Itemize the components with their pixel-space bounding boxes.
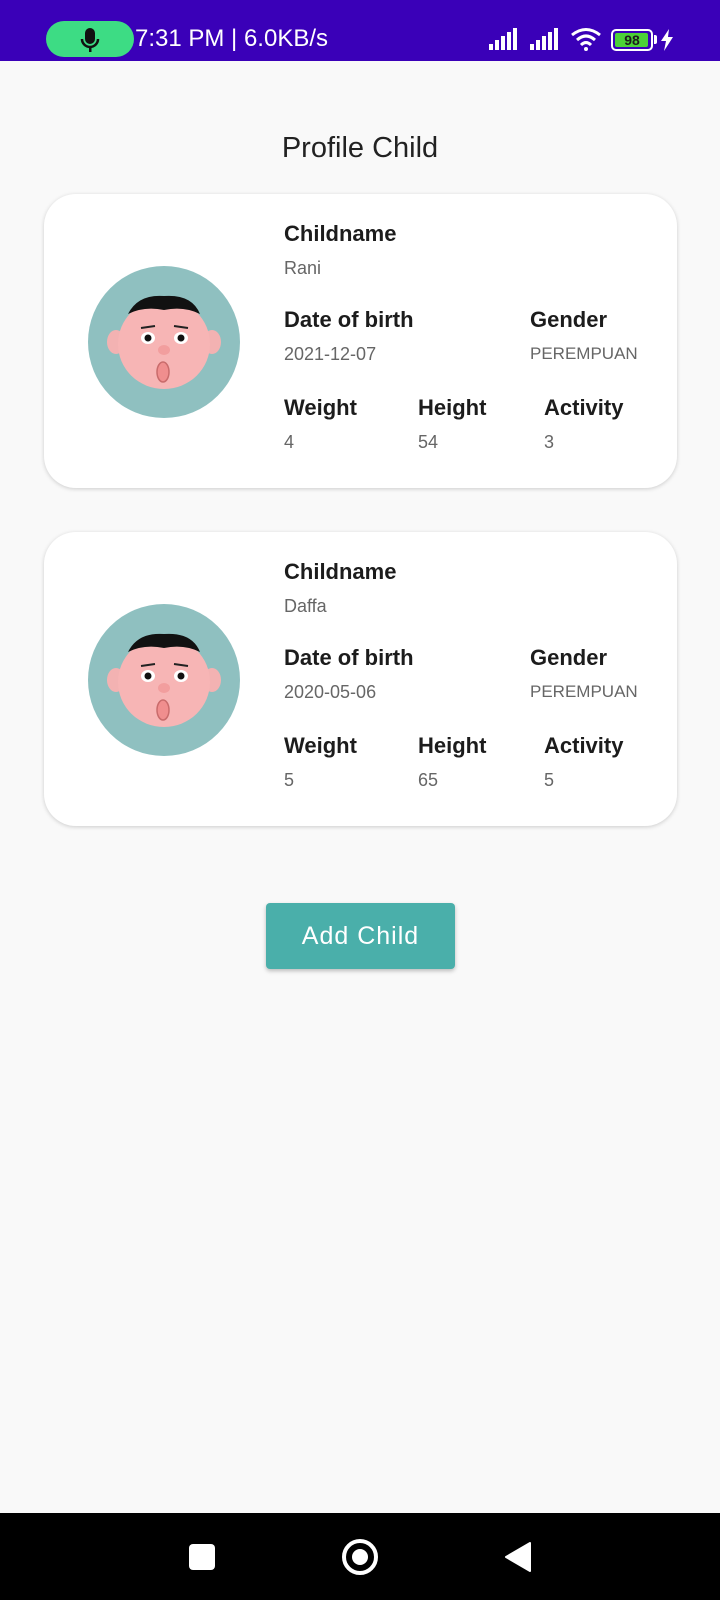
child-card[interactable]: Childname Rani Date of birth 2021-12-07 … — [44, 194, 677, 488]
battery-icon: 98 — [611, 29, 653, 51]
childname-value: Daffa — [284, 596, 327, 616]
activity-value: 5 — [544, 770, 555, 790]
gender-value: PEREMPUAN — [530, 682, 638, 701]
child-face-icon — [107, 633, 221, 727]
child-avatar — [88, 266, 240, 418]
childname-label: Childname — [284, 221, 397, 246]
dob-value: 2020-05-06 — [284, 682, 377, 702]
dob-label: Date of birth — [284, 307, 414, 332]
child-card[interactable]: Childname Daffa Date of birth 2020-05-06… — [44, 532, 677, 826]
height-value: 54 — [418, 432, 439, 452]
dob-label: Date of birth — [284, 645, 414, 670]
charging-bolt-icon — [661, 29, 673, 51]
wifi-icon — [571, 28, 601, 51]
activity-value: 3 — [544, 432, 555, 452]
dob-value: 2021-12-07 — [284, 344, 377, 364]
activity-label: Activity — [544, 733, 624, 758]
mic-icon — [80, 28, 100, 52]
childname-value: Rani — [284, 258, 322, 278]
status-bar: 7:31 PM | 6.0KB/s 98 — [0, 0, 720, 61]
back-triangle-icon[interactable] — [504, 1541, 532, 1573]
child-avatar — [88, 604, 240, 756]
signal-icon — [530, 28, 558, 50]
page-title: Profile Child — [281, 132, 439, 164]
home-circle-icon[interactable] — [342, 1539, 378, 1575]
signal-icon — [489, 28, 517, 50]
height-label: Height — [418, 395, 487, 420]
gender-value: PEREMPUAN — [530, 344, 638, 363]
weight-label: Weight — [284, 733, 357, 758]
battery-level: 98 — [624, 32, 640, 48]
height-label: Height — [418, 733, 487, 758]
weight-value: 5 — [284, 770, 295, 790]
child-face-icon — [107, 295, 221, 389]
recents-square-icon[interactable] — [189, 1544, 215, 1570]
mic-indicator[interactable] — [46, 21, 134, 57]
weight-label: Weight — [284, 395, 357, 420]
battery-cap — [654, 35, 657, 44]
add-child-button[interactable]: Add Child — [266, 903, 455, 969]
weight-value: 4 — [284, 432, 295, 452]
gender-label: Gender — [530, 645, 608, 670]
status-time-speed: 7:31 PM | 6.0KB/s — [135, 25, 328, 52]
gender-label: Gender — [530, 307, 608, 332]
activity-label: Activity — [544, 395, 624, 420]
height-value: 65 — [418, 770, 439, 790]
childname-label: Childname — [284, 559, 397, 584]
navigation-bar — [0, 1513, 720, 1600]
